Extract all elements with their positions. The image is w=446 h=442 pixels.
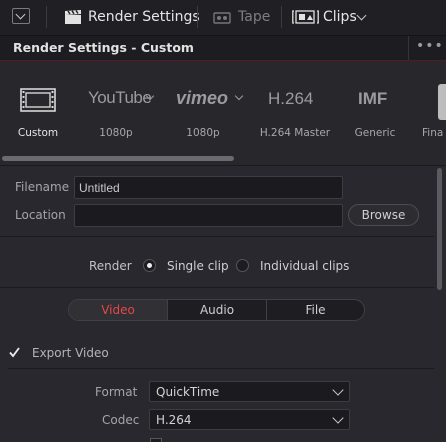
preset-label: Fina: [422, 127, 444, 139]
clips-icon: [292, 10, 319, 24]
toolbar-divider: [46, 6, 47, 28]
preset-youtube[interactable]: YouTube: [84, 88, 160, 118]
filename-label: Filename: [15, 180, 70, 194]
panel-scrollbar[interactable]: [437, 168, 442, 290]
youtube-logo: YouTube: [88, 88, 152, 107]
format-value: QuickTime: [156, 385, 220, 399]
format-select[interactable]: QuickTime: [149, 381, 350, 402]
section-divider: [8, 368, 434, 369]
location-label: Location: [15, 208, 66, 222]
section-divider: [0, 236, 434, 237]
section-divider: [0, 287, 434, 288]
tab-file[interactable]: File: [267, 300, 364, 320]
preset-vimeo[interactable]: vimeo: [170, 88, 250, 118]
individual-clips-label[interactable]: Individual clips: [260, 259, 349, 273]
checkmark-icon: [9, 347, 20, 358]
tab-audio[interactable]: Audio: [168, 300, 266, 320]
preset-label: 1080p: [99, 127, 133, 139]
header-divider: [408, 36, 409, 60]
final-cut-logo[interactable]: [438, 84, 446, 120]
single-clip-label[interactable]: Single clip: [167, 259, 229, 273]
imf-logo: IMF: [358, 89, 388, 108]
film-icon: [20, 88, 56, 112]
filename-input[interactable]: [74, 176, 343, 199]
clapperboard-icon: [65, 10, 81, 24]
next-row-checkbox[interactable]: [150, 438, 162, 442]
codec-select[interactable]: H.264: [149, 409, 350, 430]
preset-label: H.264 Master: [259, 127, 331, 139]
codec-label: Codec: [102, 413, 140, 427]
more-options-button[interactable]: •••: [416, 38, 444, 54]
panel-title: Render Settings - Custom: [13, 40, 194, 55]
export-video-checkbox[interactable]: [8, 346, 21, 359]
browse-button[interactable]: Browse: [348, 204, 419, 226]
panel-menu-button[interactable]: [12, 8, 30, 24]
h264-logo: H.264: [268, 89, 314, 108]
clips-label: Clips: [323, 9, 357, 25]
toolbar-divider: [197, 6, 198, 28]
codec-value: H.264: [156, 413, 192, 427]
settings-tabs: Video Audio File: [68, 299, 365, 321]
toolbar-divider: [281, 6, 282, 28]
preset-h264[interactable]: H.264: [262, 88, 324, 118]
export-video-label: Export Video: [32, 346, 109, 360]
chevron-down-icon: [332, 384, 344, 396]
preset-label: Generic: [354, 127, 396, 139]
render-settings-label: Render Settings: [88, 9, 200, 25]
preset-scrollbar[interactable]: [2, 156, 234, 161]
preset-label: 1080p: [186, 127, 220, 139]
vimeo-logo: vimeo: [176, 88, 229, 108]
chevron-down-icon: [15, 9, 26, 20]
individual-clips-radio[interactable]: [236, 259, 249, 272]
render-label: Render: [89, 259, 132, 273]
preset-imf[interactable]: IMF: [350, 88, 400, 118]
tape-icon: [213, 12, 231, 24]
chevron-down-icon: [234, 91, 244, 101]
tab-video[interactable]: Video: [69, 300, 167, 320]
preset-label: Custom: [17, 127, 59, 139]
single-clip-radio[interactable]: [143, 259, 156, 272]
tape-label: Tape: [238, 9, 271, 25]
location-input[interactable]: [74, 204, 343, 227]
format-label: Format: [95, 385, 138, 399]
chevron-down-icon: [332, 412, 344, 424]
